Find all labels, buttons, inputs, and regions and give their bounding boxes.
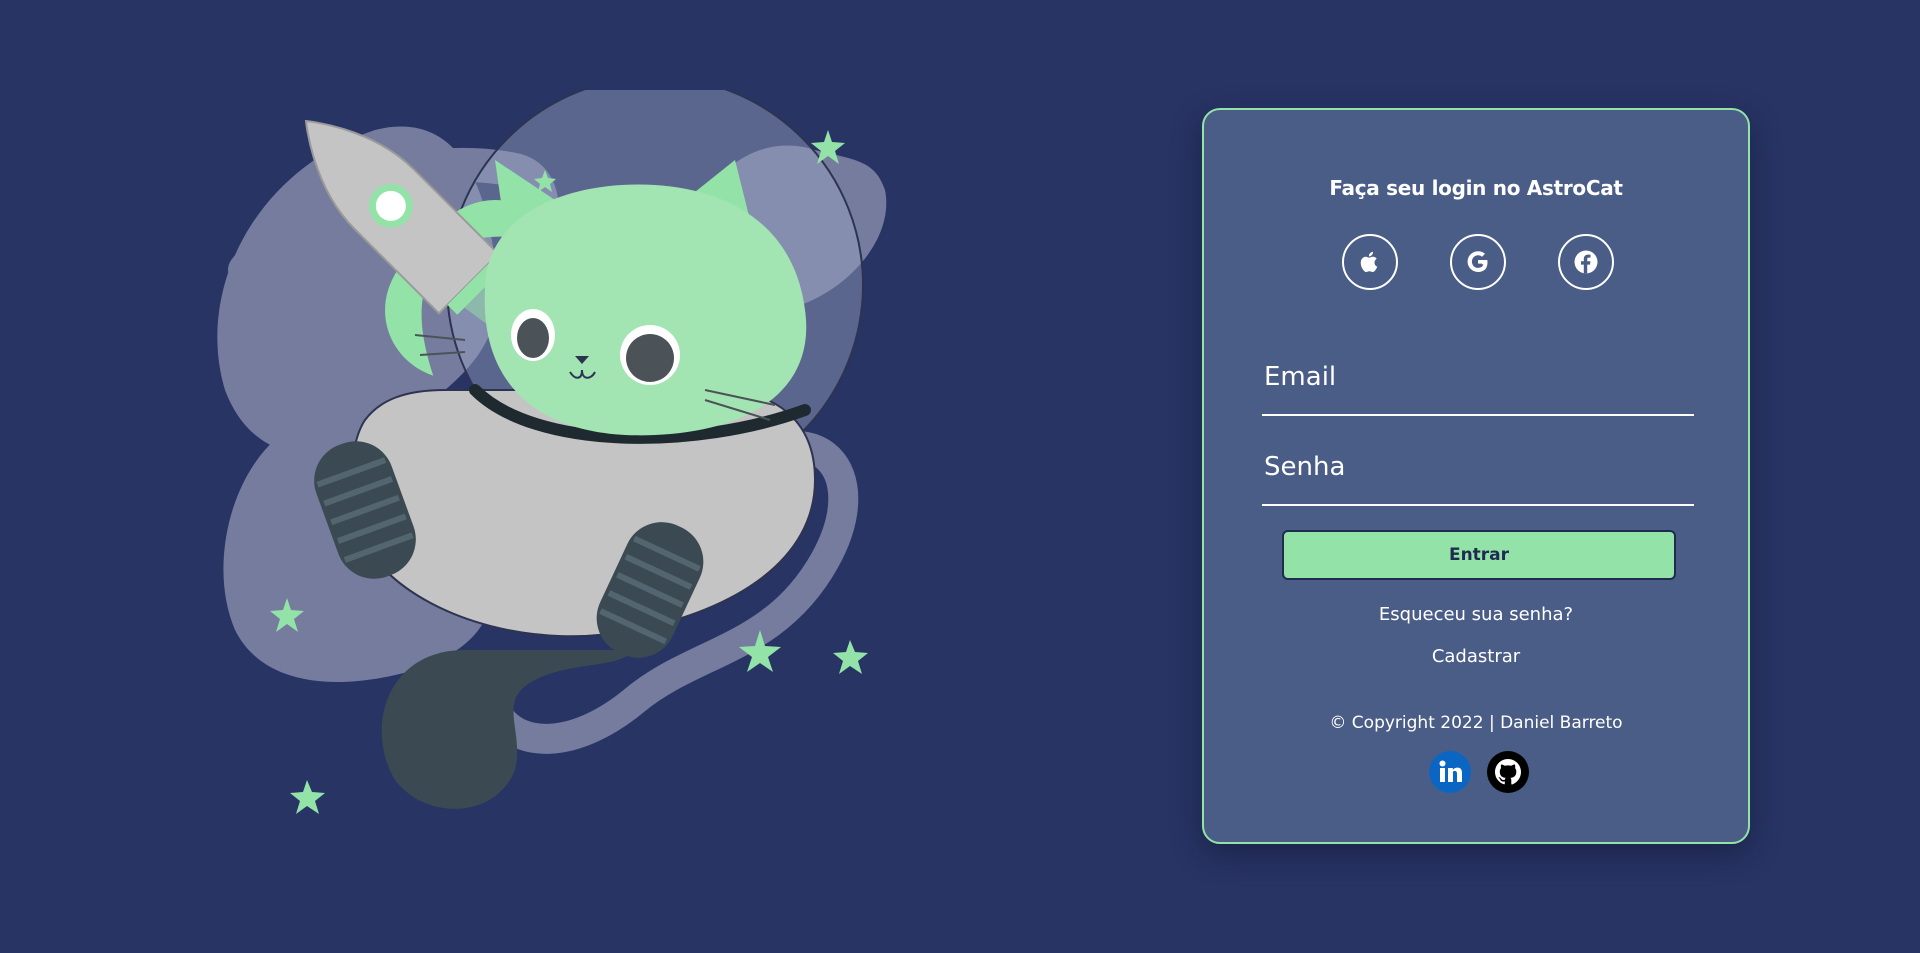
apple-login-button[interactable]: [1342, 234, 1398, 290]
facebook-icon: [1574, 250, 1598, 274]
google-icon: [1467, 251, 1488, 272]
social-login-row: [1204, 234, 1748, 290]
star: [290, 780, 325, 814]
login-title: Faça seu login no AstroCat: [1329, 176, 1623, 200]
github-icon: [1487, 751, 1529, 793]
login-card: Faça seu login no AstroCat Email Senha E…: [1202, 108, 1750, 844]
email-field[interactable]: Email: [1262, 346, 1694, 416]
password-placeholder: Senha: [1264, 452, 1346, 482]
register-link[interactable]: Cadastrar: [1204, 646, 1748, 667]
login-submit-button[interactable]: Entrar: [1282, 530, 1676, 580]
linkedin-link[interactable]: [1428, 750, 1472, 794]
footer-social-links: [1428, 750, 1538, 796]
star: [833, 640, 868, 674]
login-page: Faça seu login no AstroCat Email Senha E…: [0, 0, 1920, 953]
forgot-password-link[interactable]: Esqueceu sua senha?: [1204, 604, 1748, 625]
apple-icon: [1360, 251, 1378, 273]
facebook-login-button[interactable]: [1558, 234, 1614, 290]
linkedin-icon: [1429, 751, 1471, 793]
email-placeholder: Email: [1264, 362, 1337, 392]
github-link[interactable]: [1486, 750, 1530, 794]
astrocat-illustration: [217, 90, 887, 814]
copyright-text: © Copyright 2022 | Daniel Barreto: [1329, 713, 1623, 733]
google-login-button[interactable]: [1450, 234, 1506, 290]
password-field[interactable]: Senha: [1262, 436, 1694, 506]
